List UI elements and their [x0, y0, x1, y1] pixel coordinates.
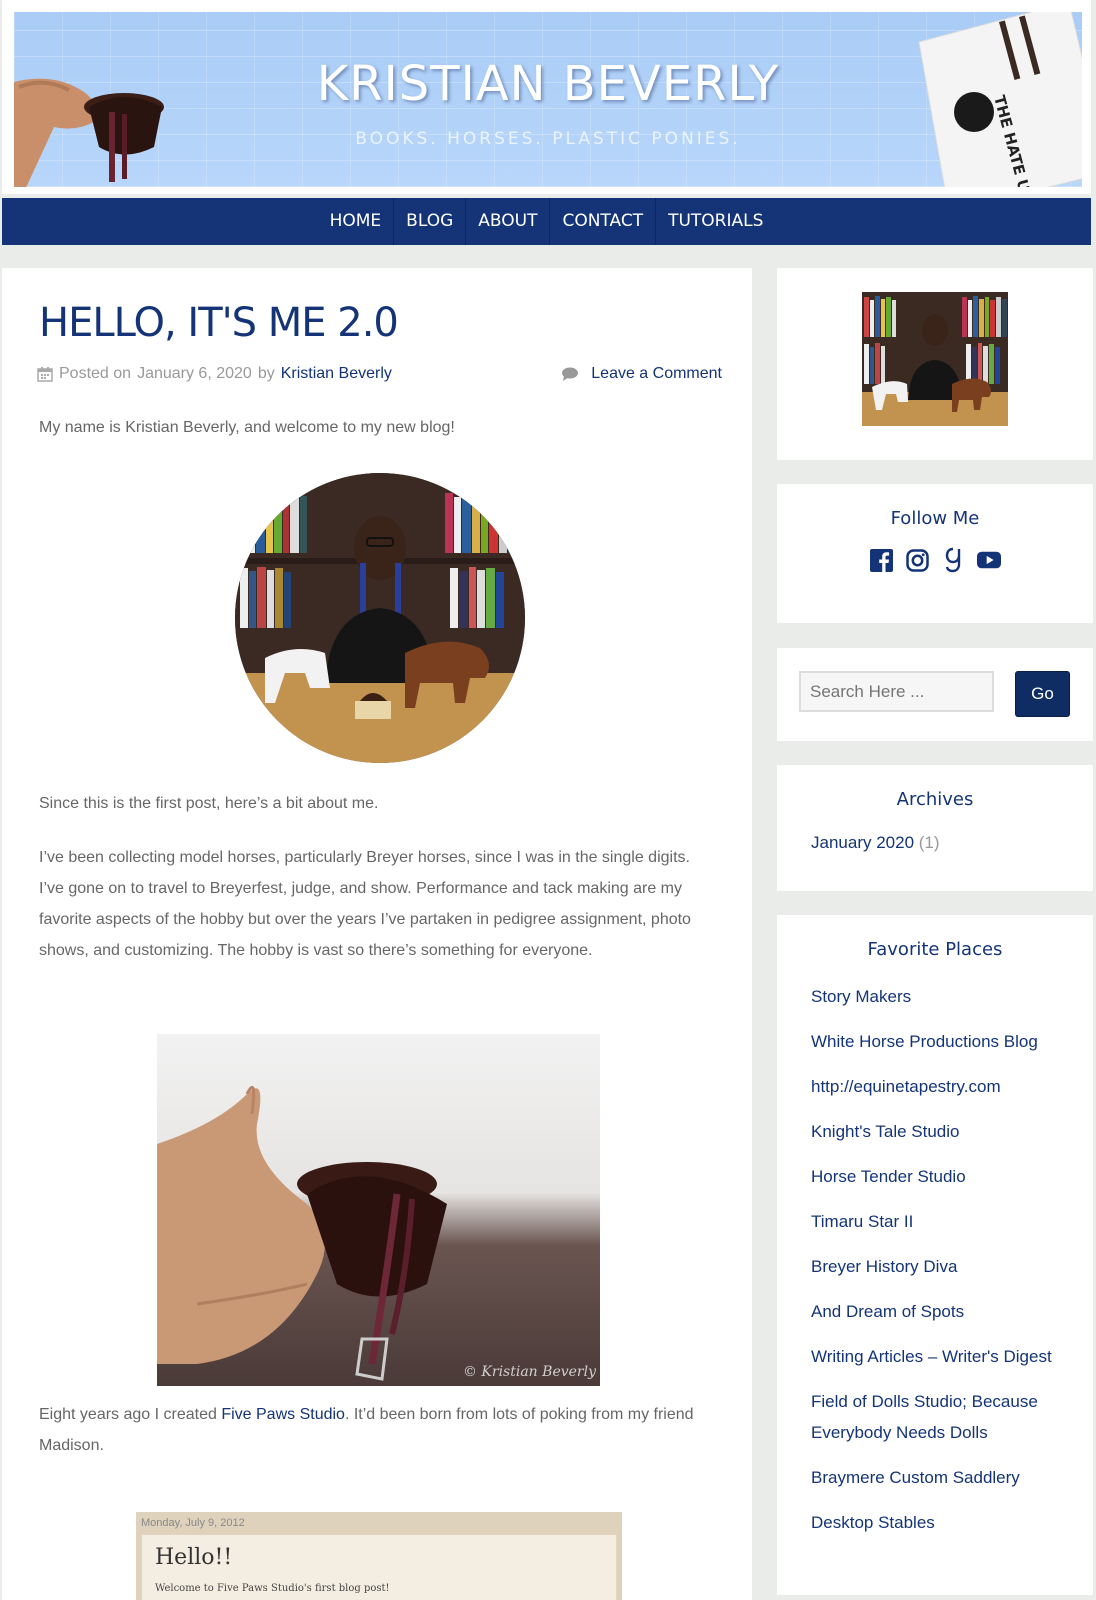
five-paws-studio-link[interactable]: Five Paws Studio [221, 1406, 345, 1423]
favorite-link[interactable]: Braymere Custom Saddlery [811, 1462, 1071, 1493]
favorite-link[interactable]: White Horse Productions Blog [811, 1026, 1071, 1057]
by-label: by [257, 365, 275, 382]
favorite-link[interactable]: Desktop Stables [811, 1507, 1071, 1538]
nav-tutorials[interactable]: TUTORIALS [656, 198, 775, 245]
first-post-paragraph: Since this is the first post, here’s a b… [39, 795, 379, 812]
instagram-icon[interactable] [905, 548, 929, 572]
favorite-link[interactable]: Breyer History Diva [811, 1251, 1071, 1282]
author-link[interactable]: Kristian Beverly [281, 365, 392, 383]
follow-widget: Follow Me [777, 484, 1093, 623]
favorite-link[interactable]: Field of Dolls Studio; Because Everybody… [811, 1386, 1071, 1448]
nav-home[interactable]: HOME [318, 198, 395, 245]
old-blog-card: Hello!! Welcome to Five Paws Studio's fi… [141, 1534, 617, 1600]
archives-title: Archives [896, 789, 974, 810]
facebook-icon[interactable] [869, 548, 893, 572]
old-blog-date: Monday, July 9, 2012 [141, 1517, 245, 1529]
main-nav: HOME BLOG ABOUT CONTACT TUTORIALS [2, 198, 1091, 245]
follow-title: Follow Me [890, 508, 980, 529]
old-blog-text: Welcome to Five Paws Studio's first blog… [155, 1583, 390, 1594]
search-widget: Go [777, 648, 1093, 741]
intro-paragraph: My name is Kristian Beverly, and welcome… [39, 419, 455, 436]
leave-comment-link[interactable]: Leave a Comment [591, 365, 722, 383]
archives-widget: Archives January 2020 (1) [777, 765, 1093, 891]
favorite-places-widget: Favorite Places Story Makers White Horse… [777, 915, 1093, 1595]
comment-icon [562, 367, 579, 381]
favorite-link[interactable]: Story Makers [811, 981, 1071, 1012]
favorite-link[interactable]: Knight's Tale Studio [811, 1116, 1071, 1147]
favorite-link[interactable]: Timaru Star II [811, 1206, 1071, 1237]
five-paws-paragraph: Eight years ago I created Five Paws Stud… [39, 1399, 719, 1461]
book-cover-image: THE HATE U GIVE [918, 12, 1082, 187]
nav-blog[interactable]: BLOG [394, 198, 467, 245]
nav-contact[interactable]: CONTACT [550, 198, 657, 245]
calendar-icon [37, 367, 53, 382]
search-input[interactable] [799, 671, 994, 712]
five-paws-text-before: Eight years ago I created [39, 1406, 222, 1423]
saddle-photo: © Kristian Beverly [157, 1034, 600, 1386]
search-go-button[interactable]: Go [1015, 671, 1070, 717]
archive-count: (1) [918, 833, 940, 852]
post-date: January 6, 2020 [137, 365, 252, 382]
goodreads-icon[interactable] [941, 547, 965, 573]
collecting-paragraph: I’ve been collecting model horses, parti… [39, 849, 691, 959]
post-meta: Posted on January 6, 2020 by Kristian Be… [37, 365, 722, 389]
archive-entry: January 2020 (1) [811, 833, 940, 853]
header-banner[interactable]: KRISTIAN BEVERLY BOOKS. HORSES. PLASTIC … [14, 12, 1082, 187]
favorite-places-list: Story Makers White Horse Productions Blo… [811, 981, 1071, 1552]
author-portrait-photo [235, 473, 525, 763]
old-blog-screenshot: Monday, July 9, 2012 Hello!! Welcome to … [136, 1512, 622, 1600]
site-header: KRISTIAN BEVERLY BOOKS. HORSES. PLASTIC … [2, 0, 1091, 194]
saddle-photo-graphic [157, 1034, 600, 1386]
archive-month-link[interactable]: January 2020 [811, 833, 914, 852]
post-article: HELLO, IT'S ME 2.0 Posted on January 6, … [2, 268, 752, 1600]
favorite-link[interactable]: And Dream of Spots [811, 1296, 1071, 1327]
profile-photo [862, 292, 1008, 426]
old-blog-title: Hello!! [155, 1545, 233, 1570]
post-title: HELLO, IT'S ME 2.0 [39, 300, 399, 346]
photo-watermark: © Kristian Beverly [462, 1364, 596, 1380]
nav-about[interactable]: ABOUT [466, 198, 551, 245]
youtube-icon[interactable] [977, 548, 1001, 572]
posted-on-label: Posted on [59, 365, 132, 382]
favorite-link[interactable]: Horse Tender Studio [811, 1161, 1071, 1192]
profile-photo-widget [777, 268, 1093, 460]
favorite-link[interactable]: Writing Articles – Writer's Digest [811, 1341, 1071, 1372]
social-icons [777, 547, 1093, 573]
favorite-places-title: Favorite Places [867, 939, 1003, 960]
favorite-link[interactable]: http://equinetapestry.com [811, 1071, 1071, 1102]
